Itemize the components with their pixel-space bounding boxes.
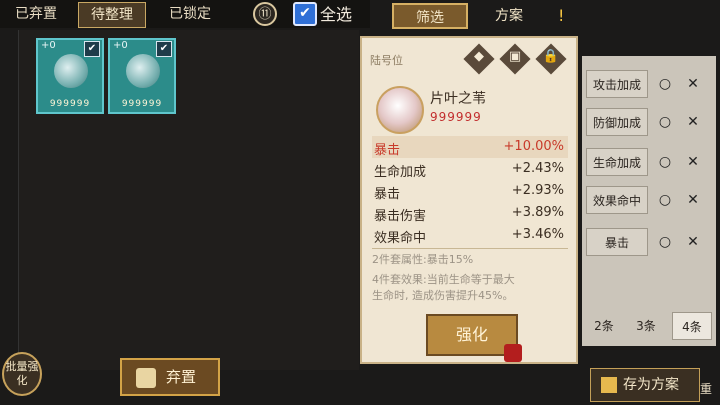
exclude-toggle[interactable]: ✕ xyxy=(682,190,704,210)
count-4[interactable]: 4条 xyxy=(672,312,712,340)
sub-stat-row: 暴击 +2.93% xyxy=(372,180,568,202)
broom-icon xyxy=(136,367,156,388)
exclude-toggle[interactable]: ✕ xyxy=(682,74,704,94)
count-2[interactable]: 2条 xyxy=(584,312,624,340)
tab-filter[interactable]: 筛选 xyxy=(392,3,468,29)
position-label: 陆号位 xyxy=(370,54,403,67)
stat-name: 效果命中 xyxy=(374,231,427,246)
card-stars: 999999 xyxy=(49,99,91,109)
include-toggle[interactable]: ○ xyxy=(654,152,676,172)
soul-card[interactable]: +0 ✔ 999999 xyxy=(108,38,176,114)
tab-abandoned[interactable]: 已弃置 xyxy=(6,2,66,26)
soul-detail-panel: 陆号位 ◆ ▣ 🔒 片叶之苇 999999 暴击 +10.00% 生命加成 +2… xyxy=(360,36,578,364)
pointer-hand-icon xyxy=(504,344,522,362)
selected-check-icon: ✔ xyxy=(156,41,172,57)
stat-name: 暴击 xyxy=(374,143,401,158)
card-level: +0 xyxy=(113,40,128,51)
batch-enhance-button[interactable]: 批量强化 xyxy=(2,352,42,396)
select-all-label[interactable]: 全选 xyxy=(320,1,352,25)
filter-label: 效果命中 xyxy=(586,186,648,214)
tab-locked[interactable]: 已锁定 xyxy=(158,2,222,26)
soul-name: 片叶之苇 xyxy=(430,91,486,107)
filter-row: 效果命中 ○ ✕ xyxy=(582,186,716,214)
stat-name: 暴击 xyxy=(374,187,401,202)
heart-icon[interactable]: ◆ xyxy=(466,44,492,70)
filter-row: 暴击 ○ ✕ xyxy=(582,228,716,256)
enhance-button[interactable]: 强化 xyxy=(426,314,522,362)
include-toggle[interactable]: ○ xyxy=(654,190,676,210)
set2-effect: 2件套属性:暴击15% xyxy=(372,253,474,266)
selected-check-icon: ✔ xyxy=(84,41,100,57)
warning-icon[interactable]: ! xyxy=(558,6,580,26)
filter-row: 生命加成 ○ ✕ xyxy=(582,148,716,176)
stat-value: +2.93% xyxy=(511,183,564,198)
sub-stat-row: 效果命中 +3.46% xyxy=(372,224,568,246)
soul-orb-icon xyxy=(54,54,88,88)
card-stars: 999999 xyxy=(121,99,163,109)
stat-value: +3.89% xyxy=(511,205,564,220)
filter-row: 攻击加成 ○ ✕ xyxy=(582,70,716,98)
shrine-icon[interactable]: ▣ xyxy=(502,44,528,70)
filter-label: 暴击 xyxy=(586,228,648,256)
save-scheme-label: 存为方案 xyxy=(623,377,679,393)
lock-icon[interactable]: 🔒 xyxy=(538,44,564,70)
sub-stat-row: 暴击伤害 +3.89% xyxy=(372,202,568,224)
abandon-button[interactable]: 弃置 xyxy=(120,358,220,396)
include-toggle[interactable]: ○ xyxy=(654,112,676,132)
exclude-toggle[interactable]: ✕ xyxy=(682,152,704,172)
stat-name: 生命加成 xyxy=(374,165,427,180)
main-stat-row: 暴击 +10.00% xyxy=(372,136,568,158)
set4-effect-line1: 4件套效果:当前生命等于最大 xyxy=(372,273,515,286)
tab-pending[interactable]: 待整理 xyxy=(78,2,146,28)
filter-label: 攻击加成 xyxy=(586,70,648,98)
filter-row: 防御加成 ○ ✕ xyxy=(582,108,716,136)
save-scheme-button[interactable]: 存为方案 xyxy=(590,368,700,402)
divider xyxy=(372,248,568,249)
soul-stars: 999999 xyxy=(430,110,482,124)
stat-name: 暴击伤害 xyxy=(374,209,427,224)
filter-label: 防御加成 xyxy=(586,108,648,136)
set4-effect-line2: 生命时, 造成伤害提升45%。 xyxy=(372,289,514,302)
exclude-toggle[interactable]: ✕ xyxy=(682,112,704,132)
filter-label: 生命加成 xyxy=(586,148,648,176)
sort-icon[interactable]: ⑪ xyxy=(253,2,277,26)
reset-button[interactable]: 重 xyxy=(700,380,712,397)
abandon-label: 弃置 xyxy=(166,368,197,386)
stat-value: +10.00% xyxy=(503,139,564,154)
stat-value: +2.43% xyxy=(511,161,564,176)
save-icon xyxy=(601,377,617,393)
filter-panel: 攻击加成 ○ ✕ 防御加成 ○ ✕ 生命加成 ○ ✕ 效果命中 ○ ✕ 暴击 ○… xyxy=(582,56,716,346)
include-toggle[interactable]: ○ xyxy=(654,74,676,94)
card-level: +0 xyxy=(41,40,56,51)
soul-orb-icon xyxy=(126,54,160,88)
exclude-toggle[interactable]: ✕ xyxy=(682,232,704,252)
count-3[interactable]: 3条 xyxy=(626,312,666,340)
select-all-checkbox[interactable]: ✔ xyxy=(293,2,317,26)
stat-value: +3.46% xyxy=(511,227,564,242)
include-toggle[interactable]: ○ xyxy=(654,232,676,252)
enhance-label: 强化 xyxy=(455,325,488,344)
sub-stat-row: 生命加成 +2.43% xyxy=(372,158,568,180)
soul-card[interactable]: +0 ✔ 999999 xyxy=(36,38,104,114)
soul-avatar xyxy=(376,86,424,134)
tab-scheme[interactable]: 方案 xyxy=(476,3,542,29)
